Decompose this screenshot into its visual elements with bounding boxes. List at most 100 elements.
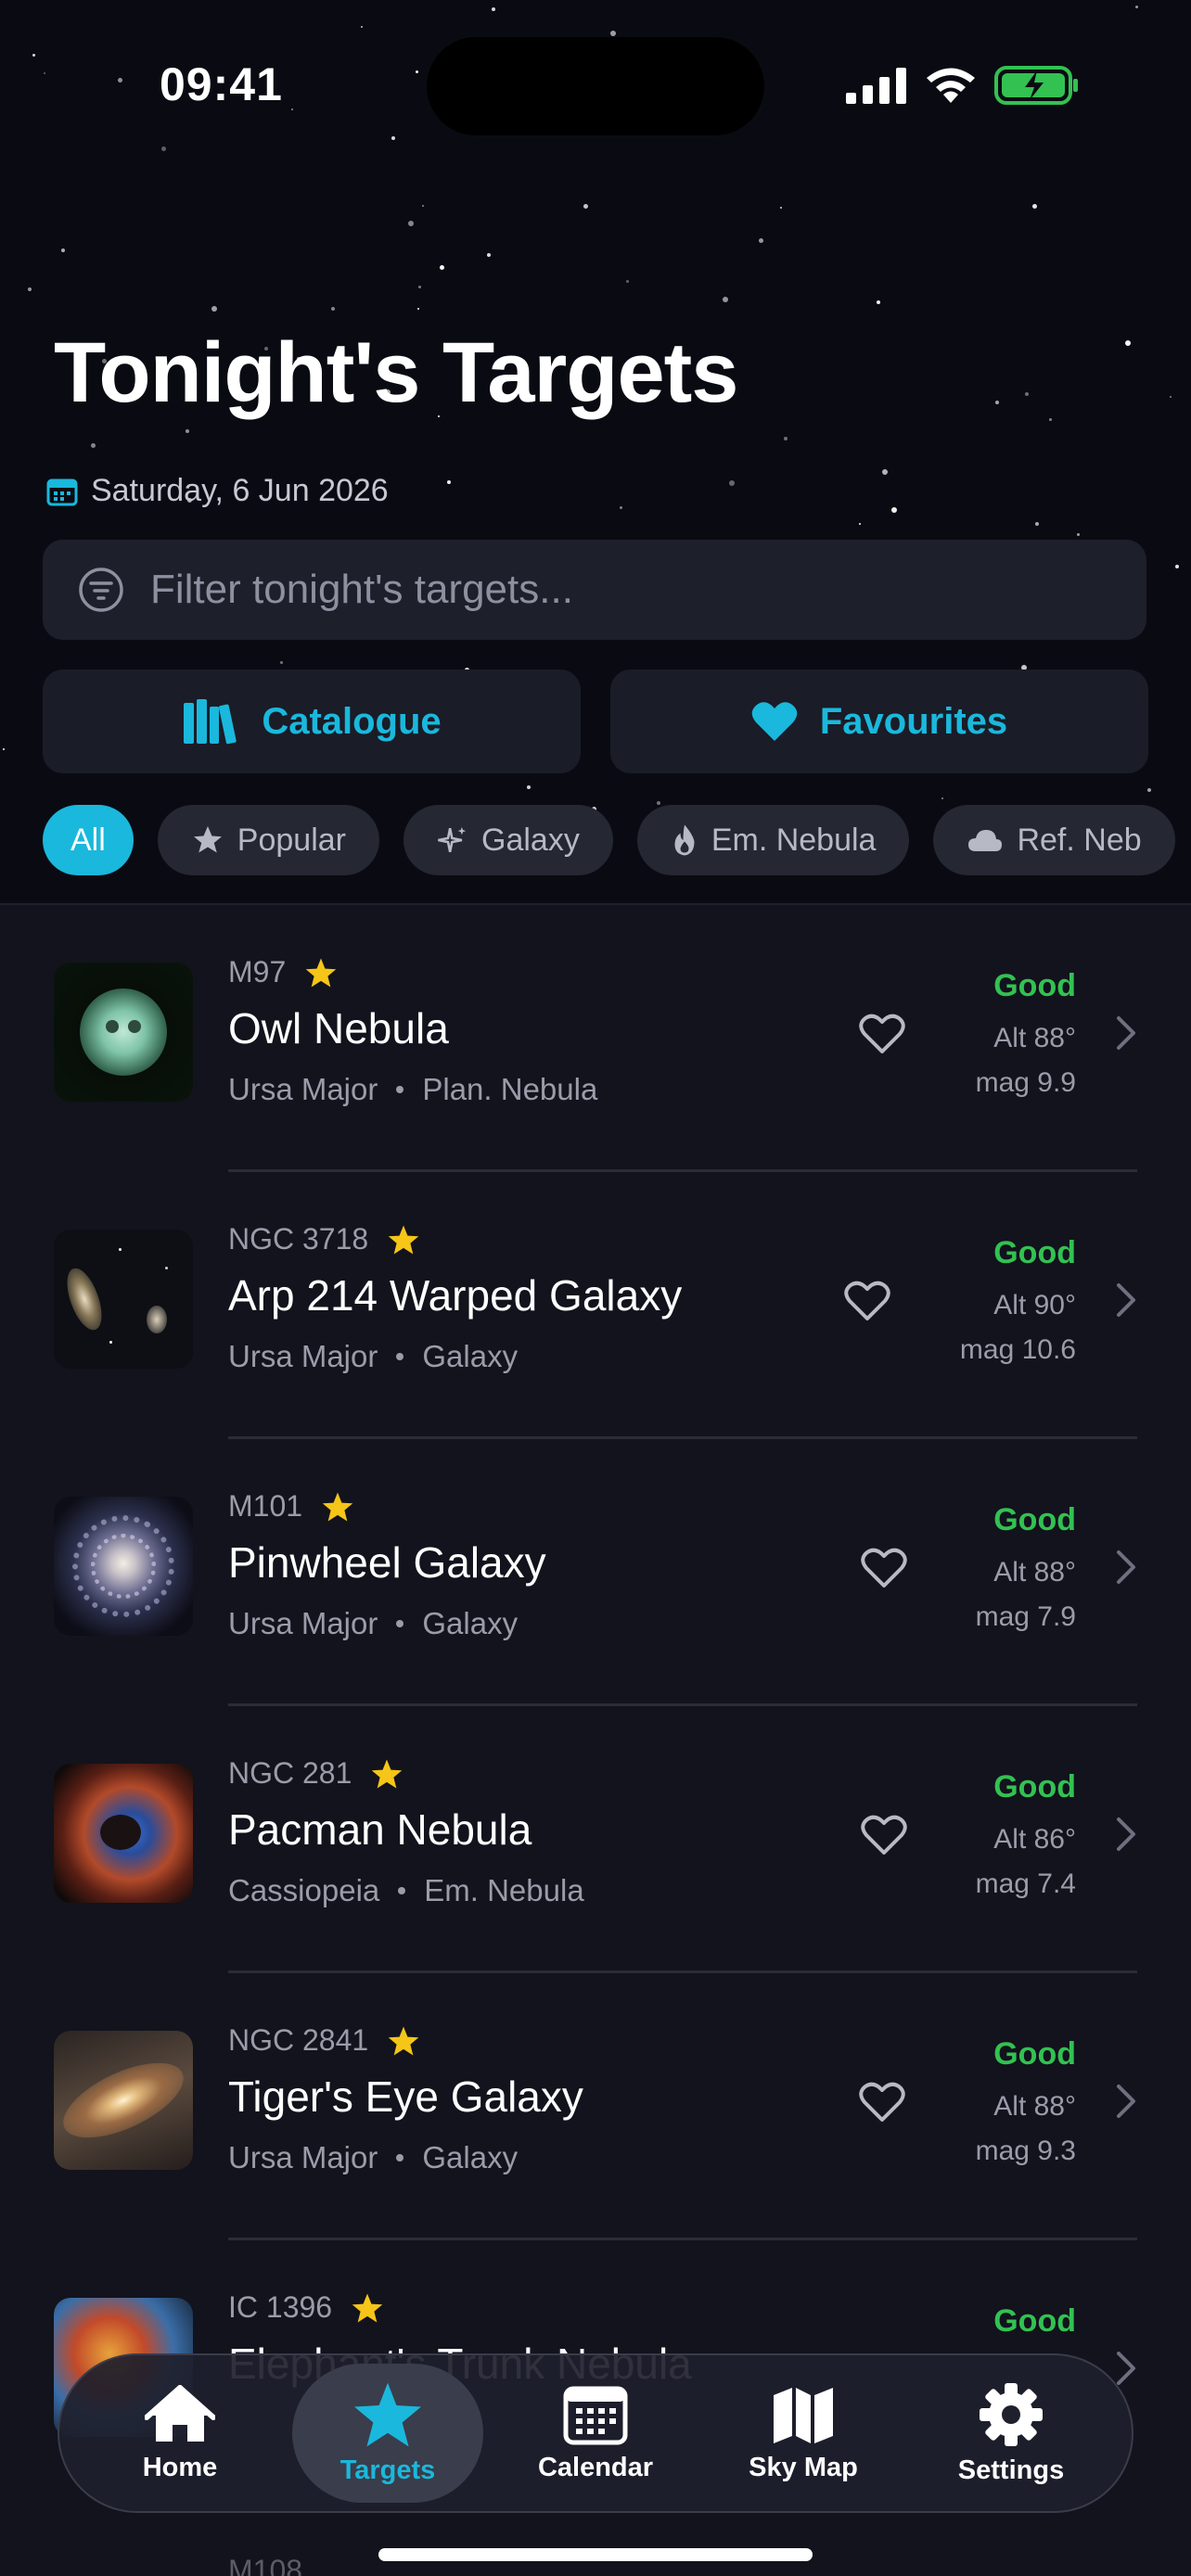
heart-icon[interactable] [859,2081,905,2123]
target-code-row: NGC 281 [228,1756,403,1791]
star-dot [620,506,622,509]
target-constellation: Ursa Major [228,1339,378,1373]
target-thumbnail [54,1230,193,1369]
target-code: IC 1396 [228,2290,333,2324]
star-dot [1135,6,1138,8]
header: 09:41 Tonight's Targets Saturday, 6 Jun … [0,0,1191,905]
magnitude: mag 9.3 [975,2136,1076,2166]
chip-label: All [70,822,106,858]
star-dot [941,797,943,799]
chip-ref-nebula[interactable]: Ref. Neb [933,805,1175,875]
target-type: Galaxy [422,1606,519,1640]
altitude: Alt 88° [993,2091,1076,2122]
chevron-right-icon [1117,1550,1135,1584]
target-code-row: NGC 2841 [228,2023,420,2058]
chevron-right-icon [1117,1817,1135,1851]
popular-star-icon [305,957,337,988]
target-constellation: Ursa Major [228,1606,378,1640]
star-dot [440,265,444,270]
heart-icon[interactable] [844,1280,890,1322]
separator-dot [396,1353,404,1360]
star-dot [3,748,5,750]
target-thumbnail [54,2031,193,2170]
target-stats: Good Alt 86° mag 7.4 [976,1769,1076,1900]
magnitude: mag 7.4 [975,1868,1076,1899]
target-stats: Good Alt 90° mag 10.6 [960,1235,1076,1366]
target-meta: Cassiopeia Em. Nebula [228,1873,584,1908]
date-row: Saturday, 6 Jun 2026 [46,473,389,509]
star-dot [995,401,999,404]
altitude: Alt 88° [993,1557,1076,1588]
target-type: Plan. Nebula [422,1072,598,1106]
star-dot [1049,418,1052,421]
tab-home[interactable]: Home [84,2364,275,2503]
visibility-status: Good [993,1502,1076,1537]
heart-filled-icon [751,702,798,741]
target-meta: Ursa Major Galaxy [228,2140,518,2175]
heart-icon[interactable] [861,1814,907,1856]
star-dot [361,26,363,28]
star-dot [447,480,451,484]
house-icon [145,2384,215,2442]
heart-icon[interactable] [861,1547,907,1589]
target-thumbnail [54,1497,193,1636]
star-dot [1032,204,1037,209]
star-dot [1147,788,1151,792]
target-row[interactable]: NGC 2841 Tiger's Eye Galaxy Ursa Major G… [0,1973,1191,2240]
star-dot [91,443,96,448]
home-indicator [378,2548,813,2561]
target-code-row: M101 [228,1489,354,1524]
target-constellation: Ursa Major [228,1072,378,1106]
magnitude: mag 7.9 [975,1601,1076,1632]
star-dot [610,31,616,36]
popular-star-icon [372,1758,403,1789]
target-code: M108 [228,2554,303,2576]
gear-icon [980,2382,1043,2446]
visibility-status: Good [993,1235,1076,1270]
dynamic-island [427,37,764,135]
tab-label: Settings [957,2455,1065,2485]
visibility-status: Good [993,2036,1076,2072]
tab-skymap[interactable]: Sky Map [708,2364,899,2503]
star-dot [417,308,419,310]
chip-em-nebula[interactable]: Em. Nebula [636,805,910,875]
chip-galaxy[interactable]: Galaxy [403,805,613,875]
visibility-status: Good [993,1769,1076,1804]
search-field[interactable]: Filter tonight's targets... [43,540,1146,640]
star-dot [44,72,45,74]
targets-list: M97 Owl Nebula Ursa Major Plan. Nebula G… [0,905,1191,2576]
status-icons [846,65,1080,106]
star-icon [193,826,222,853]
tab-label: Home [142,2452,218,2482]
star-dot [882,469,888,475]
target-code-row: IC 1396 [228,2290,384,2325]
altitude: Alt 88° [993,1023,1076,1053]
chevron-right-icon [1117,1283,1135,1317]
favourites-label: Favourites [819,700,1008,742]
target-row[interactable]: NGC 3718 Arp 214 Warped Galaxy Ursa Majo… [0,1172,1191,1439]
tab-settings[interactable]: Settings [916,2364,1107,2503]
target-row[interactable]: M97 Owl Nebula Ursa Major Plan. Nebula G… [0,905,1191,1172]
chip-all[interactable]: All [43,805,134,875]
star-dot [527,785,531,789]
target-code-row: M97 [228,955,338,989]
star-dot [118,78,122,83]
target-row[interactable]: M101 Pinwheel Galaxy Ursa Major Galaxy G… [0,1439,1191,1706]
star-dot [729,480,735,486]
target-code: M97 [228,955,287,988]
favourites-button[interactable]: Favourites [610,670,1148,773]
star-dot [759,238,763,243]
target-stats: Good [993,2303,1076,2340]
tab-targets[interactable]: Targets [292,2364,483,2503]
visibility-status: Good [993,2303,1076,2339]
tab-label: Targets [339,2455,436,2485]
tab-calendar[interactable]: Calendar [500,2364,691,2503]
catalogue-button[interactable]: Catalogue [43,670,581,773]
map-icon [774,2387,833,2443]
target-row[interactable]: NGC 281 Pacman Nebula Cassiopeia Em. Neb… [0,1706,1191,1973]
chip-popular[interactable]: Popular [157,805,379,875]
star-dot [408,221,414,226]
cellular-signal-icon [846,68,906,104]
separator-dot [396,2154,404,2162]
heart-icon[interactable] [859,1013,905,1055]
